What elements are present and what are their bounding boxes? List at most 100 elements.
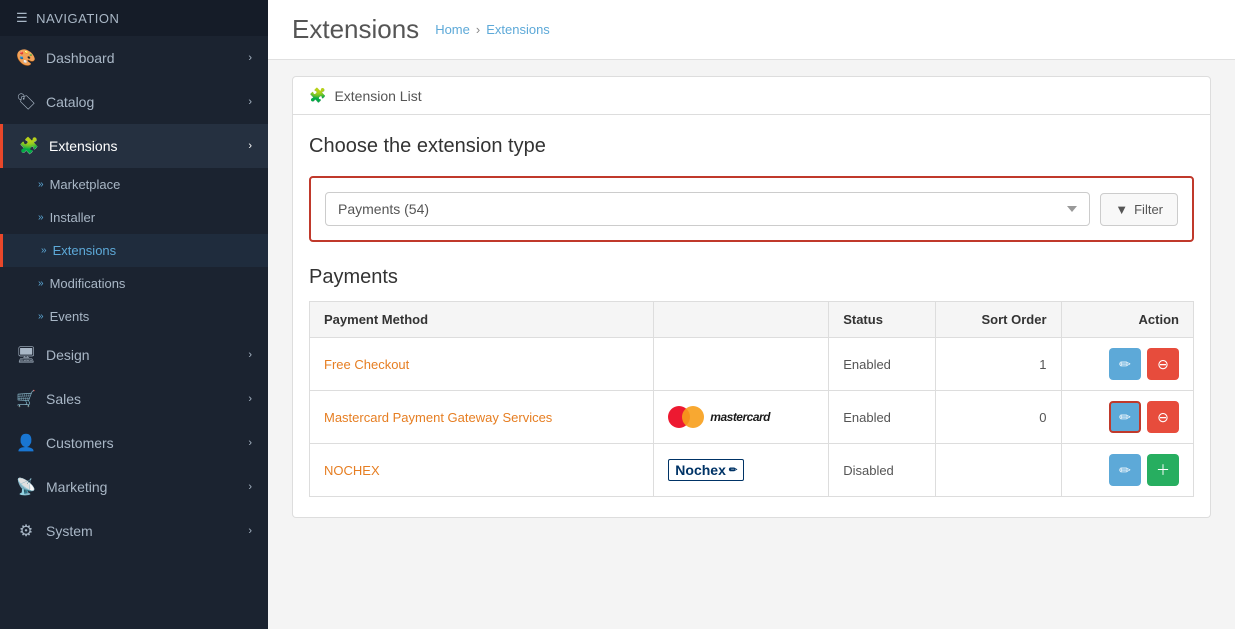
page-title: Extensions [292, 14, 419, 45]
payment-name-link[interactable]: Mastercard Payment Gateway Services [324, 410, 552, 425]
customers-icon: 👤 [16, 433, 36, 453]
sidebar-item-dashboard[interactable]: 🎨 Dashboard › [0, 36, 268, 80]
chevron-right-icon: › [248, 52, 252, 64]
sidebar-item-label: Customers [46, 435, 114, 451]
chevron-right-icon: › [248, 481, 252, 493]
mastercard-logo: mastercard [668, 406, 814, 428]
sidebar-item-sales[interactable]: 🛒 Sales › [0, 377, 268, 421]
sidebar-item-label: Extensions [49, 138, 117, 154]
action-buttons: ✏ ＋ [1076, 454, 1180, 486]
content-area: 🧩 Extension List Choose the extension ty… [268, 60, 1235, 629]
payments-table: Payment Method Status Sort Order Action … [309, 301, 1194, 497]
sidebar-item-customers[interactable]: 👤 Customers › [0, 421, 268, 465]
chevron-right-icon: › [248, 525, 252, 537]
sidebar-item-label: Dashboard [46, 50, 115, 66]
mastercard-orange-circle [682, 406, 704, 428]
sidebar-sub-item-extensions[interactable]: » Extensions [0, 234, 268, 267]
payment-name-link[interactable]: Free Checkout [324, 357, 409, 372]
filter-icon: ▼ [1115, 202, 1128, 217]
sidebar-item-label: Catalog [46, 94, 94, 110]
breadcrumb-current[interactable]: Extensions [486, 22, 550, 37]
sidebar-item-system[interactable]: ⚙ System › [0, 509, 268, 553]
main-content: Extensions Home › Extensions 🧩 Extension… [268, 0, 1235, 629]
sidebar-item-extensions[interactable]: 🧩 Extensions › [0, 124, 268, 168]
payment-status-cell: Enabled [829, 391, 936, 444]
payment-name-cell: NOCHEX [310, 444, 654, 497]
extension-type-select[interactable]: Payments (54) [325, 192, 1090, 226]
sidebar-item-catalog[interactable]: 🏷 Catalog › [0, 80, 268, 124]
sidebar-item-label: System [46, 523, 93, 539]
payment-logo-cell [654, 338, 829, 391]
filter-button-label: Filter [1134, 202, 1163, 217]
sub-arrow-icon: » [38, 278, 44, 289]
sidebar-sub-label: Modifications [50, 276, 126, 291]
section-body: Choose the extension type Payments (54) … [292, 115, 1211, 518]
add-button[interactable]: ＋ [1147, 454, 1179, 486]
payment-action-cell: ✏ ＋ [1061, 444, 1194, 497]
col-payment-method: Payment Method [310, 302, 654, 338]
breadcrumb-home[interactable]: Home [435, 22, 470, 37]
sub-arrow-icon: » [38, 179, 44, 190]
nochex-logo: Nochex ✏ [668, 459, 744, 481]
hamburger-icon: ☰ [16, 10, 28, 26]
sidebar-sub-item-events[interactable]: » Events [0, 300, 268, 333]
extensions-icon: 🧩 [19, 136, 39, 156]
filter-box: Payments (54) ▼ Filter [309, 176, 1194, 242]
catalog-icon: 🏷 [16, 92, 36, 112]
chevron-right-icon: › [248, 437, 252, 449]
sidebar-sub-label: Marketplace [50, 177, 121, 192]
sidebar-item-design[interactable]: 🖥 Design › [0, 333, 268, 377]
payment-sort-order-cell [935, 444, 1061, 497]
nav-header: ☰ NAVIGATION [0, 0, 268, 36]
payment-logo-cell: Nochex ✏ [654, 444, 829, 497]
system-icon: ⚙ [16, 521, 36, 541]
sidebar-item-marketing[interactable]: 📡 Marketing › [0, 465, 268, 509]
action-buttons: ✏ ⊖ [1076, 348, 1180, 380]
table-row: NOCHEX Nochex ✏ Disabled ✏ [310, 444, 1194, 497]
sidebar-sub-label: Extensions [53, 243, 117, 258]
chevron-right-icon: › [248, 349, 252, 361]
sidebar-item-label: Sales [46, 391, 81, 407]
col-status: Status [829, 302, 936, 338]
delete-button[interactable]: ⊖ [1147, 348, 1179, 380]
payment-sort-order-cell: 0 [935, 391, 1061, 444]
sidebar-sub-item-installer[interactable]: » Installer [0, 201, 268, 234]
edit-button-highlighted[interactable]: ✏ [1109, 401, 1141, 433]
col-logo [654, 302, 829, 338]
payment-name-link[interactable]: NOCHEX [324, 463, 380, 478]
breadcrumb: Home › Extensions [435, 22, 550, 37]
table-row: Free Checkout Enabled 1 ✏ ⊖ [310, 338, 1194, 391]
nav-header-label: NAVIGATION [36, 11, 119, 26]
action-buttons: ✏ ⊖ [1076, 401, 1180, 433]
edit-button[interactable]: ✏ [1109, 348, 1141, 380]
sales-icon: 🛒 [16, 389, 36, 409]
marketing-icon: 📡 [16, 477, 36, 497]
page-header: Extensions Home › Extensions [268, 0, 1235, 60]
table-header-row: Payment Method Status Sort Order Action [310, 302, 1194, 338]
table-row: Mastercard Payment Gateway Services mast… [310, 391, 1194, 444]
design-icon: 🖥 [16, 345, 36, 365]
filter-button[interactable]: ▼ Filter [1100, 193, 1178, 226]
puzzle-icon: 🧩 [309, 87, 326, 104]
payment-action-cell: ✏ ⊖ [1061, 391, 1194, 444]
payment-logo-cell: mastercard [654, 391, 829, 444]
sidebar-sub-item-marketplace[interactable]: » Marketplace [0, 168, 268, 201]
nochex-icon: ✏ [729, 465, 737, 476]
edit-button[interactable]: ✏ [1109, 454, 1141, 486]
chevron-right-icon: › [248, 96, 252, 108]
section-header-label: Extension List [334, 88, 421, 104]
payment-action-cell: ✏ ⊖ [1061, 338, 1194, 391]
section-header: 🧩 Extension List [292, 76, 1211, 115]
payment-name-cell: Free Checkout [310, 338, 654, 391]
sidebar-sub-item-modifications[interactable]: » Modifications [0, 267, 268, 300]
sidebar-sub-label: Events [50, 309, 90, 324]
payment-status-cell: Enabled [829, 338, 936, 391]
dashboard-icon: 🎨 [16, 48, 36, 68]
col-action: Action [1061, 302, 1194, 338]
sidebar: ☰ NAVIGATION 🎨 Dashboard › 🏷 Catalog › 🧩… [0, 0, 268, 629]
col-sort-order: Sort Order [935, 302, 1061, 338]
sidebar-sub-label: Installer [50, 210, 96, 225]
delete-button[interactable]: ⊖ [1147, 401, 1179, 433]
sub-arrow-icon: » [41, 245, 47, 256]
chevron-right-icon: › [248, 393, 252, 405]
